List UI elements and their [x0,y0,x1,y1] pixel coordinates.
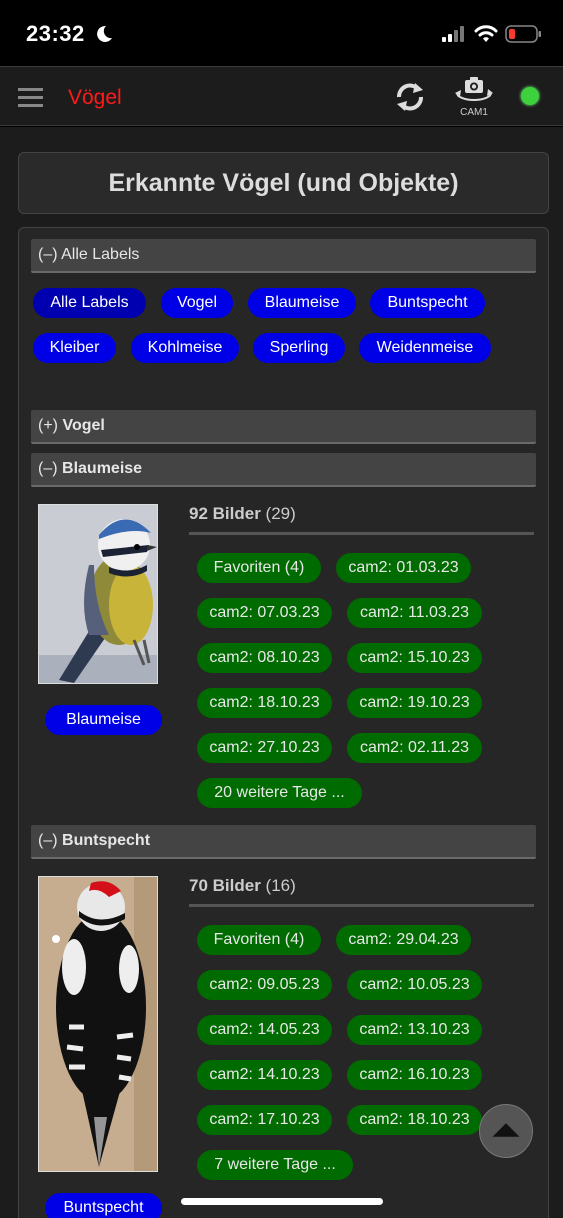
day-chip[interactable]: cam2: 27.10.23 [197,733,332,763]
label-chip-buntspecht[interactable]: Buntspecht [370,288,485,318]
woodpecker-image [39,877,157,1171]
day-chip[interactable]: cam2: 17.10.23 [197,1105,332,1135]
signal-icon [442,26,464,42]
divider [189,904,534,907]
buntspecht-thumbnail[interactable] [38,876,158,1172]
blaumeise-image-count: 92 Bilder (29) [189,504,534,524]
arrow-up-icon [492,1123,520,1137]
day-chip[interactable]: cam2: 02.11.23 [347,733,482,763]
label-chip-weidenmeise[interactable]: Weidenmeise [359,333,491,363]
day-chip[interactable]: Favoriten (4) [197,925,321,955]
section-label: Vogel [62,417,105,434]
section-label: Alle Labels [61,246,140,263]
more-days-chip[interactable]: 20 weitere Tage ... [197,778,362,808]
blaumeise-thumbnail[interactable] [38,504,158,684]
day-chip[interactable]: cam2: 18.10.23 [197,688,332,718]
section-toggle: (–) [38,246,58,263]
day-chip[interactable]: Favoriten (4) [197,553,321,583]
buntspecht-image-count: 70 Bilder (16) [189,876,534,896]
scroll-top-button[interactable] [479,1104,533,1158]
section-label: Blaumeise [62,460,143,477]
section-toggle: (–) [38,460,58,477]
battery-icon [505,25,541,43]
image-count-total: 92 Bilder [189,504,261,523]
section-header-blaumeise[interactable]: (–) Blaumeise [31,453,536,487]
page-title-box: Erkannte Vögel (und Objekte) [18,152,549,214]
refresh-icon[interactable] [393,79,427,115]
image-count-days: (29) [265,504,296,523]
label-chip-blaumeise[interactable]: Blaumeise [248,288,356,318]
section-header-buntspecht[interactable]: (–) Buntspecht [31,825,536,859]
label-chip-kleiber[interactable]: Kleiber [33,333,116,363]
day-chip[interactable]: cam2: 13.10.23 [347,1015,482,1045]
day-chip[interactable]: cam2: 11.03.23 [347,598,482,628]
camera-switch-button[interactable]: CAM1 [452,75,496,121]
section-toggle: (+) [38,417,58,434]
day-chip[interactable]: cam2: 01.03.23 [336,553,471,583]
day-chip[interactable]: cam2: 14.05.23 [197,1015,332,1045]
label-chip-sperling[interactable]: Sperling [253,333,345,363]
status-time: 23:32 [26,21,85,46]
day-chip[interactable]: cam2: 15.10.23 [347,643,482,673]
wifi-icon [474,25,498,42]
section-header-all-labels[interactable]: (–) Alle Labels [31,239,536,273]
camera-label: CAM1 [460,107,488,118]
status-bar: 23:32 [0,0,563,66]
labels-panel: (–) Alle Labels Alle Labels Vogel Blaume… [18,227,549,1218]
day-chip[interactable]: cam2: 10.05.23 [347,970,482,1000]
main-content: Erkannte Vögel (und Objekte) (–) Alle La… [0,127,563,1218]
page-title: Erkannte Vögel (und Objekte) [108,169,459,197]
more-days-chip[interactable]: 7 weitere Tage ... [197,1150,353,1180]
section-header-vogel[interactable]: (+) Vogel [31,410,536,444]
day-chip[interactable]: cam2: 09.05.23 [197,970,332,1000]
day-chip[interactable]: cam2: 14.10.23 [197,1060,332,1090]
label-chip-alle-labels[interactable]: Alle Labels [33,288,146,318]
moon-icon [97,25,112,42]
day-chip[interactable]: cam2: 07.03.23 [197,598,332,628]
image-count-days: (16) [265,876,296,895]
connection-status-indicator [521,87,539,105]
section-toggle: (–) [38,832,58,849]
buntspecht-label-button[interactable]: Buntspecht [45,1193,162,1218]
app-title: Vögel [68,86,122,109]
day-chip[interactable]: cam2: 18.10.23 [347,1105,482,1135]
app-header: Vögel CAM1 [0,66,563,126]
section-label: Buntspecht [62,832,151,849]
image-count-total: 70 Bilder [189,876,261,895]
divider [189,532,534,535]
blue-tit-image [39,505,157,683]
label-chip-vogel[interactable]: Vogel [161,288,233,318]
blaumeise-label-button[interactable]: Blaumeise [45,705,162,735]
day-chip[interactable]: cam2: 29.04.23 [336,925,471,955]
home-indicator [181,1198,383,1205]
label-chip-kohlmeise[interactable]: Kohlmeise [131,333,239,363]
day-chip[interactable]: cam2: 16.10.23 [347,1060,482,1090]
menu-icon[interactable] [18,87,43,107]
day-chip[interactable]: cam2: 19.10.23 [347,688,482,718]
camera-switch-icon [455,77,493,101]
day-chip[interactable]: cam2: 08.10.23 [197,643,332,673]
